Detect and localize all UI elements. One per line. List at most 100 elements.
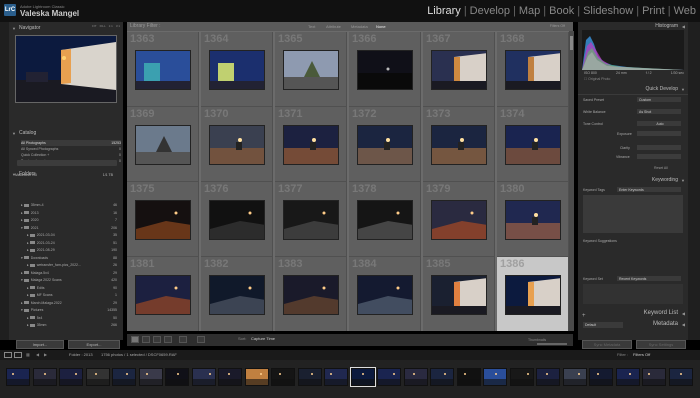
photo-thumbnail[interactable]: [209, 50, 265, 90]
zoom-1to1[interactable]: 1:1: [109, 24, 113, 28]
photo-thumbnail[interactable]: [431, 125, 487, 165]
photo-thumbnail[interactable]: [505, 200, 561, 240]
metadata-preset-select[interactable]: Default: [583, 322, 623, 328]
photo-thumbnail[interactable]: [357, 125, 413, 165]
photo-thumbnail[interactable]: [357, 200, 413, 240]
catalog-header[interactable]: ▼ Catalog: [9, 129, 123, 138]
filter-metadata[interactable]: Metadata: [351, 22, 368, 31]
filmstrip-thumbnail[interactable]: [349, 367, 376, 387]
filmstrip-thumbnail[interactable]: [191, 368, 216, 386]
grid-cell[interactable]: 1367: [423, 32, 495, 107]
exposure-row[interactable]: Exposure: [583, 131, 683, 137]
people-view-icon[interactable]: [179, 336, 187, 343]
filmstrip-thumbnail[interactable]: [244, 368, 269, 386]
filmstrip-thumbnail[interactable]: [85, 368, 110, 386]
folder-item[interactable]: ▾ 2021 206: [21, 225, 121, 232]
grid-cell[interactable]: 1375: [127, 182, 199, 257]
folder-item[interactable]: ▸ March.Malaga.2022 29: [21, 300, 121, 307]
grid-scroll-thumb[interactable]: [570, 36, 573, 50]
filmstrip-thumbnail[interactable]: [615, 368, 640, 386]
folder-item[interactable]: ▸ 2021-03-24 51: [27, 240, 121, 247]
clarity-row[interactable]: Clarity: [583, 145, 683, 151]
zoom-fill[interactable]: FILL: [100, 24, 106, 28]
saved-preset-row[interactable]: Saved Preset Custom: [583, 97, 683, 103]
grid-cell[interactable]: 1365: [275, 32, 347, 107]
module-map[interactable]: Map: [519, 5, 540, 17]
filter-none[interactable]: None: [376, 22, 386, 31]
photo-thumbnail[interactable]: [357, 275, 413, 315]
keyword-list-header[interactable]: Keyword List ◀: [578, 309, 688, 318]
grid-icon[interactable]: ▦: [26, 350, 30, 360]
filmstrip-thumbnail[interactable]: [456, 368, 481, 386]
zoom-3to1[interactable]: 3:1: [116, 24, 120, 28]
folder-item[interactable]: ▸ wetransfer_fam-pics_2022... 26: [27, 262, 121, 269]
filmstrip-thumbnail[interactable]: [377, 368, 401, 386]
filmstrip-thumbnail[interactable]: [483, 368, 507, 386]
folder-item[interactable]: ▾ Malaga 2022 Scans 420: [21, 277, 121, 284]
volume-row[interactable]: Macintosh HD 1/1 TB: [15, 172, 119, 178]
original-photo-checkbox[interactable]: ☐ Original Photo: [584, 77, 610, 81]
photo-thumbnail[interactable]: [135, 275, 191, 315]
grid-cell[interactable]: 1373: [423, 107, 495, 182]
photo-thumbnail[interactable]: [283, 125, 339, 165]
grid-cell[interactable]: 1380: [497, 182, 569, 257]
navigator-header[interactable]: ▼ Navigator FIT FILL 1:1 3:1: [9, 24, 123, 33]
filmstrip-thumbnail[interactable]: [642, 368, 666, 386]
add-keyword-icon[interactable]: +: [582, 313, 586, 319]
module-print[interactable]: Print: [642, 5, 665, 17]
grid-scrollbar[interactable]: [569, 31, 574, 331]
filmstrip-thumbnail[interactable]: [32, 368, 57, 386]
filmstrip-thumbnail[interactable]: [562, 368, 587, 386]
grid-cell[interactable]: 1384: [349, 257, 421, 331]
keyword-set-select[interactable]: Recent Keywords: [617, 276, 681, 281]
photo-thumbnail[interactable]: [135, 125, 191, 165]
grid-cell[interactable]: 1377: [275, 182, 347, 257]
folder-item[interactable]: ▸ 35mm-4 46: [21, 202, 121, 209]
module-book[interactable]: Book: [549, 5, 574, 17]
back-arrow-icon[interactable]: ◀: [36, 350, 39, 360]
keywording-header[interactable]: Keywording ▼: [578, 176, 688, 185]
filmstrip-thumbnail[interactable]: [536, 368, 560, 386]
grid-cell[interactable]: 1382: [201, 257, 273, 331]
photo-thumbnail[interactable]: [135, 50, 191, 90]
photo-thumbnail[interactable]: [357, 50, 413, 90]
filmstrip-thumbnail[interactable]: [324, 368, 348, 386]
grid-cell[interactable]: 1364: [201, 32, 273, 107]
photo-thumbnail[interactable]: [431, 200, 487, 240]
main-window-icon[interactable]: [4, 352, 12, 358]
grid-cell[interactable]: 1368: [497, 32, 569, 107]
sort-select[interactable]: Capture Time: [251, 336, 275, 341]
photo-thumbnail[interactable]: [505, 50, 561, 90]
export-button[interactable]: Export...: [68, 340, 120, 349]
folder-item[interactable]: ▾ Pictures 14355: [21, 307, 121, 314]
exposure-buttons[interactable]: [637, 131, 681, 136]
left-panel-toggle[interactable]: [0, 22, 9, 340]
saved-preset-select[interactable]: Custom: [637, 97, 681, 102]
auto-tone-button[interactable]: Auto: [637, 121, 681, 126]
photo-thumbnail[interactable]: [209, 275, 265, 315]
sync-settings-button[interactable]: Sync Settings: [636, 340, 686, 349]
filmstrip-thumbnail[interactable]: [165, 368, 189, 386]
grid-cell[interactable]: 1366: [349, 32, 421, 107]
photo-thumbnail[interactable]: [209, 125, 265, 165]
grid-cell[interactable]: 1369: [127, 107, 199, 182]
filter-text[interactable]: Text: [308, 22, 315, 31]
grid-cell[interactable]: 1374: [497, 107, 569, 182]
sync-metadata-button[interactable]: Sync Metadata: [582, 340, 632, 349]
folder-item[interactable]: ▾ Downloads 88: [21, 255, 121, 262]
thumbnail-size-slider[interactable]: [537, 343, 567, 345]
grid-cell[interactable]: 1385: [423, 257, 495, 331]
zoom-fit[interactable]: FIT: [92, 24, 97, 28]
filmstrip-source[interactable]: Folder : 2013: [69, 350, 93, 360]
grid-cell[interactable]: 1378: [349, 182, 421, 257]
grid-cell[interactable]: 1372: [349, 107, 421, 182]
filmstrip-thumbnail[interactable]: [509, 368, 534, 386]
white-balance-row[interactable]: White Balance As Shot: [583, 109, 683, 115]
reset-all-button[interactable]: Reset All: [654, 166, 668, 170]
filters-off-toggle[interactable]: Filters Off: [550, 22, 565, 31]
grid-cell[interactable]: 1370: [201, 107, 273, 182]
filmstrip-thumbnail[interactable]: [403, 368, 428, 386]
module-develop[interactable]: Develop: [470, 5, 510, 17]
folder-item[interactable]: ▸ 5x4 50: [27, 315, 121, 322]
forward-arrow-icon[interactable]: ▶: [44, 350, 47, 360]
